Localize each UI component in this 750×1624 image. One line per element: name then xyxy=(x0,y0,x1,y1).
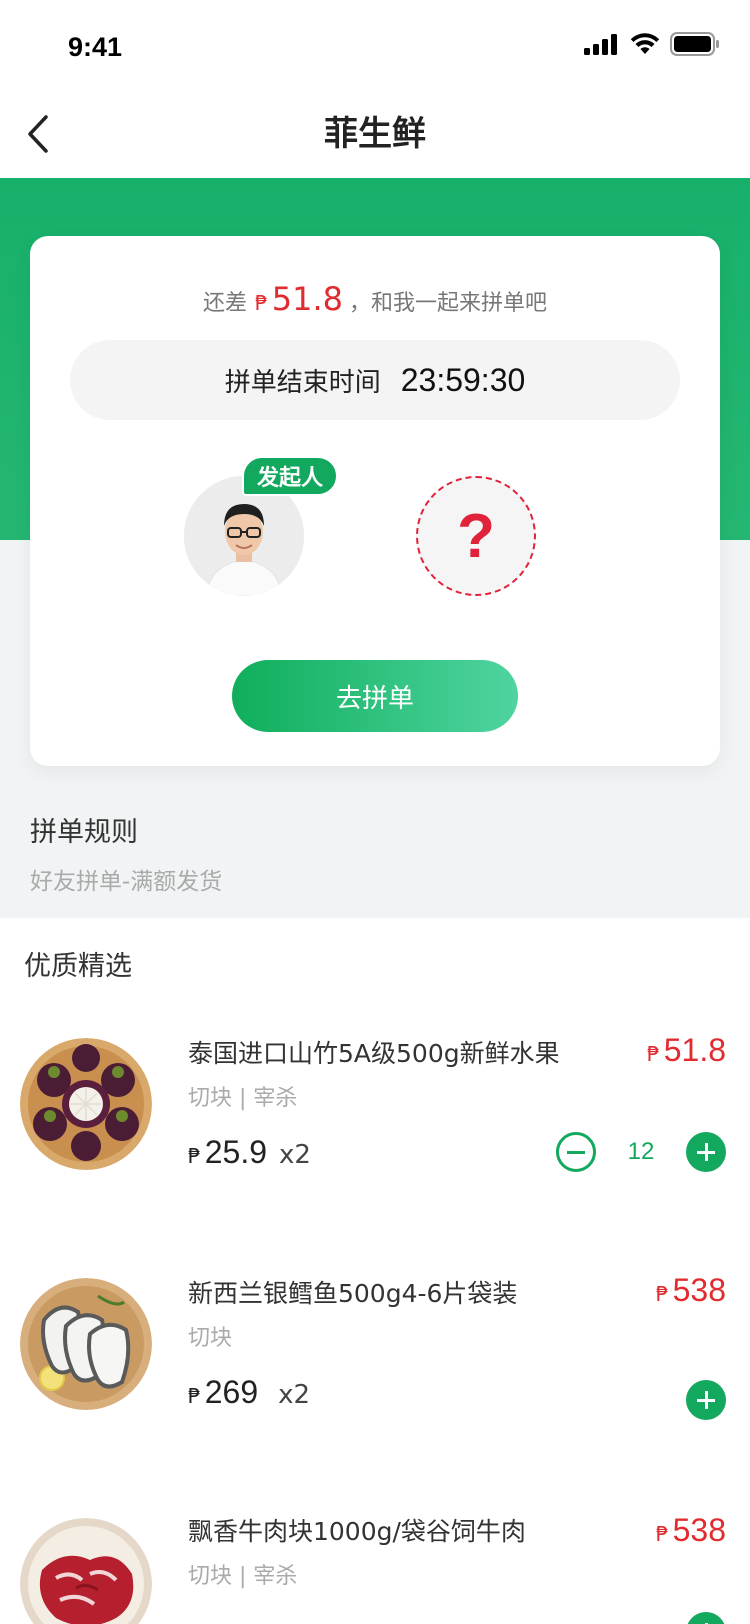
page-title: 菲生鲜 xyxy=(324,114,426,154)
countdown-timer: 拼单结束时间 23:59:30 xyxy=(70,340,680,420)
quantity-label: x2 xyxy=(279,1140,311,1170)
group-buy-card: 还差 ₱ 51.8 ，和我一起来拼单吧 拼单结束时间 23:59:30 发起人 … xyxy=(30,236,720,766)
section-title: 优质精选 xyxy=(24,951,132,982)
product-image[interactable] xyxy=(20,1278,152,1410)
status-time: 9:41 xyxy=(68,32,123,62)
rules-description: 好友拼单-满额发货 xyxy=(30,869,223,895)
price-value: 51.8 xyxy=(663,1032,726,1068)
product-tags: 切块 | 宰杀 xyxy=(188,1564,298,1589)
product-tags: 切块 | 宰杀 xyxy=(188,1086,298,1111)
timer-label: 拼单结束时间 xyxy=(224,367,381,398)
price-value: 538 xyxy=(672,1512,726,1548)
product-name: 飘香牛肉块1000g/袋谷饲牛肉 xyxy=(188,1517,526,1546)
increase-button[interactable] xyxy=(686,1132,726,1172)
product-image[interactable] xyxy=(20,1038,152,1170)
signal-icon xyxy=(584,34,617,55)
status-icons xyxy=(584,32,720,56)
product-name: 新西兰银鳕鱼500g4-6片袋装 xyxy=(188,1279,518,1308)
rules-title: 拼单规则 xyxy=(30,817,138,848)
product-unit-price: ₱ 25.9 x2 xyxy=(188,1134,311,1171)
remaining-amount: 51.8 xyxy=(271,280,343,318)
empty-member-slot[interactable]: ? xyxy=(416,476,536,596)
product-unit-price: ₱ 269 x2 xyxy=(188,1374,310,1411)
product-item[interactable]: 飘香牛肉块1000g/袋谷饲牛肉 切块 | 宰杀 ₱ 538 xyxy=(0,1490,750,1624)
battery-icon xyxy=(670,32,719,56)
quantity-label: x2 xyxy=(278,1380,311,1410)
cod-fish-icon xyxy=(20,1278,152,1410)
quantity-stepper: 12 xyxy=(556,1132,726,1172)
product-item[interactable]: 泰国进口山竹5A级500g新鲜水果 切块 | 宰杀 ₱ 25.9 x2 ₱ 51… xyxy=(0,1010,750,1210)
currency-symbol: ₱ xyxy=(655,1282,669,1306)
product-item[interactable]: 新西兰银鳕鱼500g4-6片袋装 切块 ₱ 269 x2 ₱ 538 xyxy=(0,1250,750,1450)
remaining-prefix: 还差 xyxy=(202,291,247,316)
product-name: 泰国进口山竹5A级500g新鲜水果 xyxy=(188,1039,560,1068)
join-group-button[interactable]: 去拼单 xyxy=(232,660,518,732)
product-image[interactable] xyxy=(20,1518,152,1624)
quantity-stepper xyxy=(686,1380,726,1420)
nav-bar: 菲生鲜 xyxy=(0,88,750,178)
question-mark-icon: ? xyxy=(457,501,495,571)
currency-symbol: ₱ xyxy=(646,1042,660,1066)
unit-price-value: 269 xyxy=(204,1374,259,1410)
remaining-amount-line: 还差 ₱ 51.8 ，和我一起来拼单吧 xyxy=(30,280,720,318)
product-price: ₱ 538 xyxy=(656,1272,726,1309)
beef-icon xyxy=(20,1518,152,1624)
remaining-suffix: ，和我一起来拼单吧 xyxy=(348,291,547,316)
minus-icon xyxy=(567,1150,585,1154)
decrease-button[interactable] xyxy=(556,1132,596,1172)
initiator-badge: 发起人 xyxy=(242,456,338,496)
mangosteen-icon xyxy=(20,1038,152,1170)
product-tags: 切块 xyxy=(188,1326,233,1351)
status-bar: 9:41 xyxy=(0,0,750,88)
currency-symbol: ₱ xyxy=(655,1522,669,1546)
product-price: ₱ 51.8 xyxy=(647,1032,726,1069)
price-value: 538 xyxy=(672,1272,726,1308)
unit-price-value: 25.9 xyxy=(204,1134,268,1170)
quantity-stepper xyxy=(686,1612,726,1624)
currency-symbol: ₱ xyxy=(188,1384,201,1408)
quantity-value: 12 xyxy=(627,1138,655,1165)
timer-value: 23:59:30 xyxy=(400,361,526,398)
add-to-cart-button[interactable] xyxy=(686,1612,726,1624)
add-to-cart-button[interactable] xyxy=(686,1380,726,1420)
currency-symbol: ₱ xyxy=(188,1144,201,1168)
wifi-icon xyxy=(630,33,660,54)
remaining-currency: ₱ xyxy=(255,291,268,315)
product-price: ₱ 538 xyxy=(656,1512,726,1549)
